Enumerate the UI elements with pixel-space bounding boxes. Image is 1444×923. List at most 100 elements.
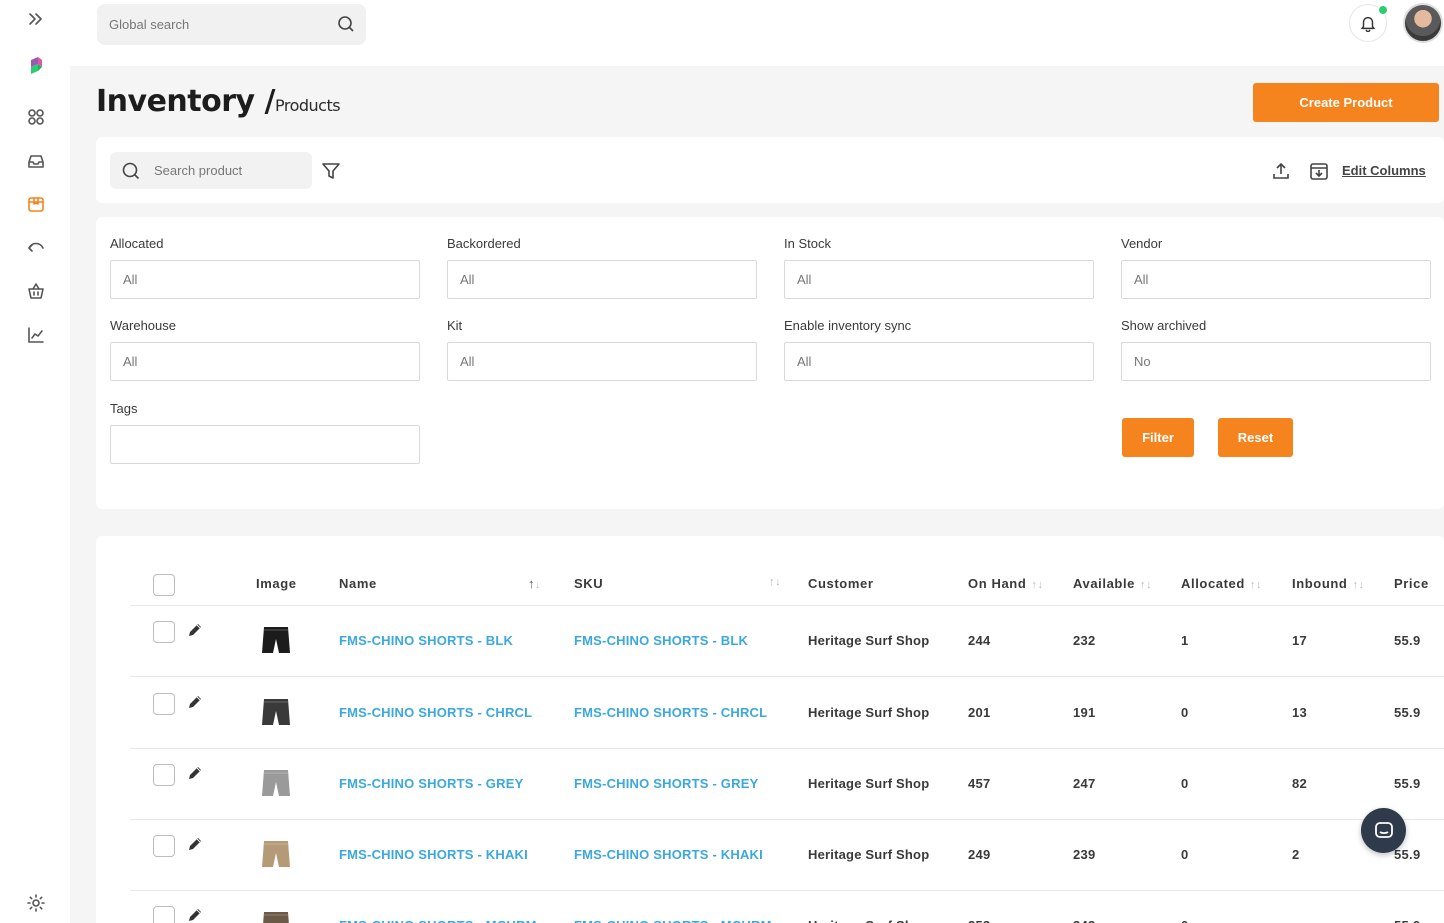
edit-pencil-icon[interactable] (186, 764, 204, 782)
cell-name[interactable]: FMS-CHINO SHORTS - BLK (339, 633, 513, 648)
edit-pencil-icon[interactable] (186, 906, 204, 923)
create-product-button[interactable]: Create Product (1253, 83, 1439, 122)
cell-on-hand: 457 (968, 776, 991, 791)
column-header-on-hand[interactable]: On Hand ↑↓ (968, 576, 1044, 591)
column-header-allocated[interactable]: Allocated ↑↓ (1181, 576, 1262, 591)
sort-icon: ↑↓ (1140, 579, 1153, 591)
cell-price: 55.9 (1394, 847, 1421, 862)
chat-support-icon[interactable] (1361, 808, 1406, 853)
inventory-box-icon[interactable] (22, 190, 50, 218)
product-thumbnail[interactable] (259, 695, 293, 729)
row-checkbox[interactable] (153, 693, 175, 715)
vendor-filter-select[interactable]: All (1121, 260, 1431, 299)
kit-filter-select[interactable]: All (447, 342, 757, 381)
show-archived-filter-select[interactable]: No (1121, 342, 1431, 381)
settings-gear-icon[interactable] (22, 889, 50, 917)
cell-sku[interactable]: FMS-CHINO SHORTS - GREY (574, 776, 758, 791)
analytics-chart-icon[interactable] (22, 321, 50, 349)
in-stock-filter-select[interactable]: All (784, 260, 1094, 299)
edit-pencil-icon[interactable] (186, 621, 204, 639)
product-thumbnail[interactable] (259, 837, 293, 871)
cell-name[interactable]: FMS-CHINO SHORTS - GREY (339, 776, 523, 791)
inbox-icon[interactable] (22, 147, 50, 175)
product-thumbnail[interactable] (259, 766, 293, 800)
edit-columns-link[interactable]: Edit Columns (1342, 163, 1426, 178)
dashboard-grid-icon[interactable] (22, 103, 50, 131)
sidebar (0, 0, 70, 923)
allocated-filter-select[interactable]: All (110, 260, 420, 299)
cell-price: 55.9 (1394, 918, 1421, 923)
export-upload-icon[interactable] (1271, 161, 1291, 181)
product-thumbnail[interactable] (259, 908, 293, 923)
column-header-sku-label: SKU (574, 576, 604, 591)
row-checkbox[interactable] (153, 835, 175, 857)
search-icon[interactable] (336, 14, 356, 34)
cell-inbound: 17 (1292, 633, 1308, 648)
row-checkbox[interactable] (153, 764, 175, 786)
cell-customer: Heritage Surf Shop (808, 776, 930, 791)
cell-name[interactable]: FMS-CHINO SHORTS - MCHRM (339, 918, 537, 923)
in-stock-filter-label: In Stock (784, 236, 831, 251)
toolbar-card: Edit Columns (96, 137, 1444, 203)
filter-funnel-icon[interactable] (320, 160, 342, 182)
edit-pencil-icon[interactable] (186, 835, 204, 853)
cell-allocated: 0 (1181, 705, 1189, 720)
avatar[interactable] (1403, 3, 1443, 43)
cell-name[interactable]: FMS-CHINO SHORTS - CHRCL (339, 705, 532, 720)
page-title: Inventory /Products (96, 84, 341, 119)
cell-allocated: 0 (1181, 918, 1189, 923)
warehouse-filter-select[interactable]: All (110, 342, 420, 381)
basket-icon[interactable] (22, 277, 50, 305)
cell-on-hand: 244 (968, 633, 991, 648)
search-product-input[interactable] (154, 152, 304, 189)
cell-customer: Heritage Surf Shop (808, 918, 929, 923)
reset-button[interactable]: Reset (1218, 418, 1293, 457)
column-header-available[interactable]: Available ↑↓ (1073, 576, 1152, 591)
cell-customer: Heritage Surf Shop (808, 847, 930, 862)
allocated-filter-label: Allocated (110, 236, 164, 251)
product-thumbnail[interactable] (259, 623, 293, 657)
backordered-filter-label: Backordered (447, 236, 521, 251)
sort-icon: ↑↓ (1031, 579, 1044, 591)
inventory-sync-filter-label: Enable inventory sync (784, 318, 912, 333)
global-search-input[interactable] (97, 4, 327, 45)
sort-icon[interactable]: ↑↓ (769, 576, 781, 588)
app-logo[interactable] (22, 52, 50, 80)
cell-inbound: 13 (1292, 705, 1308, 720)
column-header-available-label: Available (1073, 576, 1136, 591)
column-header-customer: Customer (808, 576, 874, 591)
notification-dot (1377, 4, 1389, 16)
cell-allocated: 1 (1181, 633, 1189, 648)
archive-download-icon[interactable] (1308, 160, 1330, 182)
select-all-checkbox[interactable] (153, 574, 175, 596)
inventory-sync-filter-select[interactable]: All (784, 342, 1094, 381)
page-title-sub: Products (274, 96, 341, 115)
cell-available: 247 (1073, 776, 1096, 791)
tags-filter-input[interactable] (110, 425, 420, 464)
cell-available: 191 (1073, 705, 1096, 720)
row-checkbox[interactable] (153, 621, 175, 643)
page-title-main: Inventory / (96, 84, 275, 119)
backordered-filter-select[interactable]: All (447, 260, 757, 299)
cell-allocated: 0 (1181, 847, 1189, 862)
row-divider (130, 748, 1444, 749)
returns-icon[interactable] (22, 233, 50, 261)
cell-sku[interactable]: FMS-CHINO SHORTS - BLK (574, 633, 748, 648)
sort-icon: ↑↓ (1352, 579, 1365, 591)
cell-sku[interactable]: FMS-CHINO SHORTS - MCHRM (574, 918, 772, 923)
edit-pencil-icon[interactable] (186, 693, 204, 711)
column-header-sku[interactable]: SKU (574, 576, 603, 591)
column-header-inbound[interactable]: Inbound ↑↓ (1292, 576, 1365, 591)
main-content: Inventory /Products Create Product Edit … (70, 66, 1444, 923)
cell-sku[interactable]: FMS-CHINO SHORTS - KHAKI (574, 847, 763, 862)
column-header-name[interactable]: Name (339, 576, 377, 591)
kit-filter-label: Kit (447, 318, 463, 333)
cell-name[interactable]: FMS-CHINO SHORTS - KHAKI (339, 847, 528, 862)
row-checkbox[interactable] (153, 906, 175, 923)
sort-ascending-icon[interactable]: ↑↓ (528, 576, 541, 591)
filter-button[interactable]: Filter (1122, 418, 1194, 457)
column-header-inbound-label: Inbound (1292, 576, 1348, 591)
expand-sidebar-icon[interactable] (22, 5, 50, 33)
cell-customer: Heritage Surf Shop (808, 633, 930, 648)
cell-sku[interactable]: FMS-CHINO SHORTS - CHRCL (574, 705, 767, 720)
